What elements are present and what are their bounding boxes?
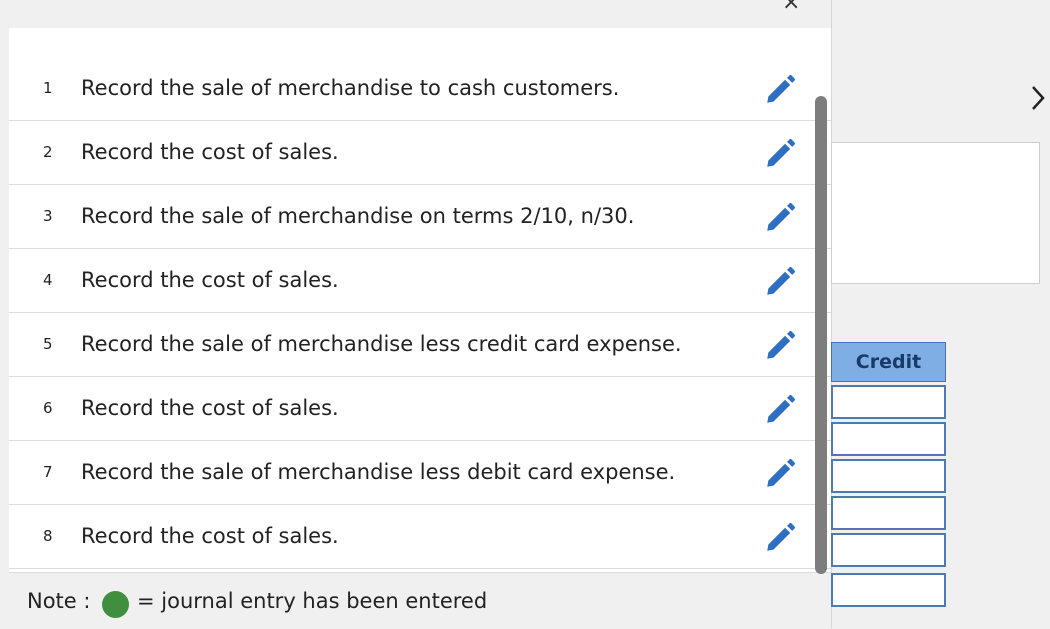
scrollbar[interactable] — [815, 96, 827, 574]
pencil-icon[interactable] — [763, 201, 797, 235]
entry-description: Record the sale of merchandise less cred… — [81, 332, 682, 356]
list-item[interactable]: 6 Record the cost of sales. — [9, 376, 831, 441]
credit-input[interactable] — [831, 422, 946, 456]
entry-number: 2 — [43, 143, 53, 161]
credit-column-header: Credit — [831, 342, 946, 382]
entry-number: 3 — [43, 207, 53, 225]
entry-description: Record the cost of sales. — [81, 140, 339, 164]
entry-number: 5 — [43, 335, 53, 353]
entry-number: 8 — [43, 527, 53, 545]
green-dot-icon — [102, 591, 129, 618]
entry-number: 1 — [43, 79, 53, 97]
entry-number: 6 — [43, 399, 53, 417]
credit-input[interactable] — [831, 496, 946, 530]
note-description: = journal entry has been entered — [137, 589, 488, 613]
list-item[interactable]: 2 Record the cost of sales. — [9, 120, 831, 185]
pencil-icon[interactable] — [763, 73, 797, 107]
list-item[interactable]: 1 Record the sale of merchandise to cash… — [9, 56, 831, 121]
pencil-icon[interactable] — [763, 457, 797, 491]
close-icon[interactable]: × — [782, 0, 800, 15]
list-item[interactable]: 7 Record the sale of merchandise less de… — [9, 440, 831, 505]
entry-description: Record the cost of sales. — [81, 524, 339, 548]
entry-description: Record the cost of sales. — [81, 396, 339, 420]
credit-input[interactable] — [831, 533, 946, 567]
entry-description: Record the sale of merchandise less debi… — [81, 460, 676, 484]
credit-input[interactable] — [831, 573, 946, 607]
journal-entry-list-modal: 1 Record the sale of merchandise to cash… — [9, 28, 831, 629]
entry-number: 7 — [43, 463, 53, 481]
pencil-icon[interactable] — [763, 521, 797, 555]
pencil-icon[interactable] — [763, 137, 797, 171]
pencil-icon[interactable] — [763, 393, 797, 427]
entry-description: Record the sale of merchandise to cash c… — [81, 76, 620, 100]
list-item[interactable]: 4 Record the cost of sales. — [9, 248, 831, 313]
legend-note: Note : = journal entry has been entered — [9, 572, 831, 629]
list-item[interactable]: 8 Record the cost of sales. — [9, 504, 831, 569]
entry-description: Record the sale of merchandise on terms … — [81, 204, 635, 228]
background-box — [831, 142, 1040, 284]
note-label: Note : — [27, 589, 91, 613]
list-item[interactable]: 5 Record the sale of merchandise less cr… — [9, 312, 831, 377]
credit-input[interactable] — [831, 385, 946, 419]
list-item[interactable]: 3 Record the sale of merchandise on term… — [9, 184, 831, 249]
chevron-right-icon[interactable] — [1030, 84, 1046, 112]
credit-input[interactable] — [831, 459, 946, 493]
pencil-icon[interactable] — [763, 329, 797, 363]
entry-number: 4 — [43, 271, 53, 289]
pencil-icon[interactable] — [763, 265, 797, 299]
entry-description: Record the cost of sales. — [81, 268, 339, 292]
